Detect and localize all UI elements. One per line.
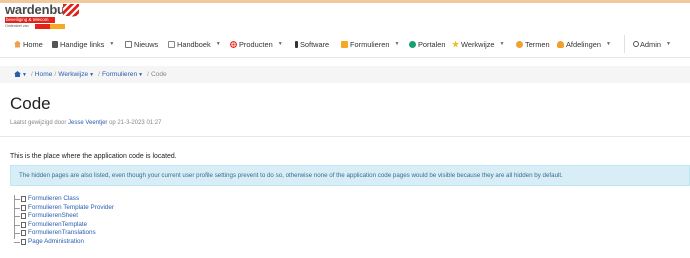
page-icon — [21, 196, 26, 202]
divider — [0, 136, 690, 137]
caret-down-icon: ▼ — [277, 41, 283, 47]
page-meta: Laatst gewijzigd door Jesse Veentjer op … — [10, 120, 161, 126]
meta-prefix: Laatst gewijzigd door — [10, 120, 67, 126]
page-icon — [21, 230, 26, 237]
page-title: Code — [10, 94, 51, 113]
nav-handboek[interactable]: Handboek ▼ — [168, 30, 221, 58]
breadcrumb-separator: / — [147, 71, 149, 78]
breadcrumb-separator: / — [30, 71, 33, 78]
info-alert: The hidden pages are also listed, even t… — [10, 165, 690, 186]
page-tree: Formulieren Class Formulieren Template P… — [10, 195, 210, 247]
link-icon — [52, 40, 58, 48]
tree-item: FormulierenTemplate — [10, 221, 210, 230]
news-icon — [125, 40, 132, 48]
caret-down-icon: ▼ — [605, 41, 611, 47]
nav-divider — [624, 35, 625, 53]
nav-producten-label: Producten — [239, 39, 273, 49]
tree-link[interactable]: FormulierenSheet — [28, 212, 78, 219]
nav-werkwijze-label: Werkwijze — [461, 39, 495, 49]
nav-home-label: Home — [23, 39, 43, 49]
tree-link[interactable]: Formulieren Class — [28, 195, 79, 202]
nav-software-label: Software — [300, 39, 330, 49]
nav-producten[interactable]: Producten ▼ — [230, 30, 283, 58]
main-nav: Home Handige links ▼ Nieuws Handboek ▼ P… — [0, 30, 690, 58]
page-icon — [21, 221, 26, 228]
nav-portalen-label: Portalen — [418, 39, 446, 49]
tree-branch — [14, 207, 20, 209]
caret-down-icon: ▼ — [215, 41, 221, 47]
tree-item: FormulierenTranslations — [10, 229, 210, 238]
chevron-down-icon[interactable]: ▼ — [138, 72, 143, 78]
nav-home[interactable]: Home — [14, 30, 43, 58]
logo-sub: Onderdeel van — [5, 24, 29, 28]
tree-link[interactable]: FormulierenTranslations — [28, 229, 96, 236]
tree-item: FormulierenSheet — [10, 212, 210, 221]
nav-handige-links[interactable]: Handige links ▼ — [52, 30, 114, 58]
chevron-down-icon[interactable]: ▼ — [89, 72, 94, 78]
tree-branch — [14, 241, 20, 243]
book-icon — [168, 40, 175, 48]
nav-afdelingen[interactable]: Afdelingen ▼ — [557, 30, 611, 58]
breadcrumb-werkwijze[interactable]: Werkwijze — [58, 71, 88, 78]
logo-sub-brand — [35, 24, 65, 29]
nav-handige-links-label: Handige links — [60, 39, 105, 49]
tree-link[interactable]: Page Administration — [28, 238, 84, 245]
nav-afdelingen-label: Afdelingen — [566, 39, 601, 49]
caret-down-icon: ▼ — [394, 41, 400, 47]
admin-icon — [633, 41, 639, 47]
chevron-down-icon[interactable]: ▼ — [22, 72, 27, 78]
author-link[interactable]: Jesse Veentjer — [68, 120, 107, 126]
breadcrumb: ▼ / Home / Werkwijze▼ / Formulieren▼ / Code — [0, 66, 690, 83]
meta-suffix: op 21-3-2023 01:27 — [109, 120, 162, 126]
forms-icon — [341, 40, 348, 48]
top-accent-line — [0, 0, 690, 3]
nav-formulieren[interactable]: Formulieren ▼ — [341, 30, 399, 58]
globe-icon — [409, 40, 416, 48]
nav-werkwijze[interactable]: Werkwijze ▼ — [452, 30, 505, 58]
tree-item: Page Administration — [10, 238, 210, 247]
page-icon — [21, 238, 26, 245]
nav-admin[interactable]: Admin ▼ — [633, 30, 671, 58]
tree-branch — [14, 199, 20, 200]
home-icon — [14, 40, 21, 48]
people-icon — [557, 40, 564, 48]
breadcrumb-separator: / — [98, 71, 100, 78]
tree-item: Formulieren Class — [10, 195, 210, 204]
target-icon — [230, 40, 237, 48]
breadcrumb-home[interactable]: Home — [35, 71, 53, 78]
logo-stripes-icon — [63, 4, 79, 16]
nav-nieuws[interactable]: Nieuws — [125, 30, 158, 58]
tree-branch — [14, 233, 20, 235]
caret-down-icon: ▼ — [499, 41, 505, 47]
nav-nieuws-label: Nieuws — [134, 39, 159, 49]
tree-item: Formulieren Template Provider — [10, 204, 210, 213]
nav-software[interactable]: Software — [295, 30, 329, 58]
nav-formulieren-label: Formulieren — [350, 39, 390, 49]
caret-down-icon: ▼ — [665, 41, 671, 47]
wardenburg-logo[interactable]: wardenburg beveiliging & telecom Onderde… — [5, 3, 79, 30]
nav-portalen[interactable]: Portalen — [409, 30, 446, 58]
nav-admin-label: Admin — [640, 39, 661, 49]
tree-branch — [14, 216, 20, 218]
page-icon — [21, 204, 26, 211]
page-icon — [21, 213, 26, 220]
intro-text: This is the place where the application … — [10, 153, 177, 160]
tree-link[interactable]: FormulierenTemplate — [28, 221, 87, 228]
nav-termen[interactable]: Termen — [516, 30, 550, 58]
tree-link[interactable]: Formulieren Template Provider — [28, 204, 114, 211]
nav-handboek-label: Handboek — [177, 39, 211, 49]
nav-termen-label: Termen — [525, 39, 550, 49]
breadcrumb-current: Code — [150, 71, 167, 78]
breadcrumb-separator: / — [54, 71, 57, 78]
star-icon — [452, 40, 459, 48]
breadcrumb-formulieren[interactable]: Formulieren — [102, 71, 137, 78]
smiley-icon — [516, 40, 523, 48]
phone-icon — [295, 40, 298, 48]
caret-down-icon: ▼ — [109, 41, 115, 47]
tree-branch — [14, 224, 20, 226]
breadcrumb-home-icon[interactable] — [14, 71, 21, 77]
logo-tagline: beveiliging & telecom — [5, 17, 55, 23]
